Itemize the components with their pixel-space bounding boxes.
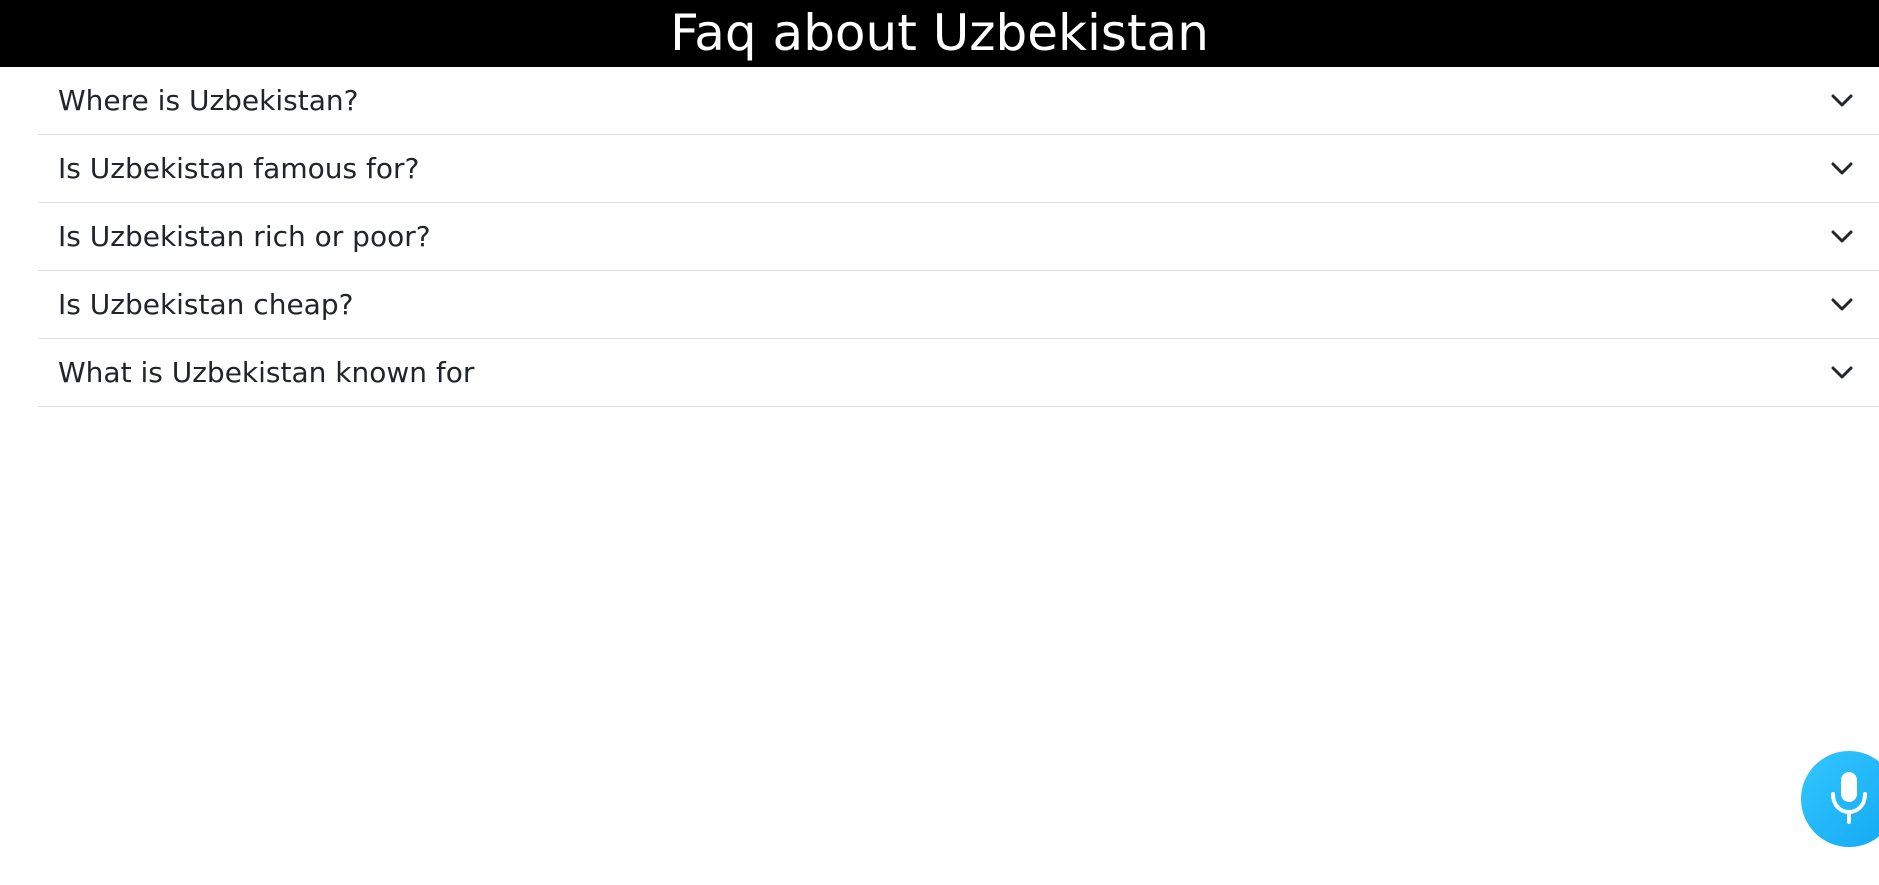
- faq-accordion: Where is Uzbekistan? Is Uzbekistan famou…: [38, 67, 1879, 407]
- faq-question: Where is Uzbekistan?: [58, 84, 359, 117]
- faq-item-cheap[interactable]: Is Uzbekistan cheap?: [38, 271, 1879, 339]
- faq-question: Is Uzbekistan famous for?: [58, 152, 420, 185]
- microphone-icon: [1829, 770, 1869, 828]
- page-header: Faq about Uzbekistan: [0, 0, 1879, 67]
- chevron-down-icon[interactable]: [1829, 292, 1855, 318]
- faq-question: Is Uzbekistan rich or poor?: [58, 220, 431, 253]
- chevron-down-icon[interactable]: [1829, 88, 1855, 114]
- chevron-down-icon[interactable]: [1829, 156, 1855, 182]
- chevron-down-icon[interactable]: [1829, 360, 1855, 386]
- faq-item-famous[interactable]: Is Uzbekistan famous for?: [38, 135, 1879, 203]
- faq-item-rich-poor[interactable]: Is Uzbekistan rich or poor?: [38, 203, 1879, 271]
- faq-question: Is Uzbekistan cheap?: [58, 288, 354, 321]
- faq-item-known-for[interactable]: What is Uzbekistan known for: [38, 339, 1879, 407]
- faq-item-where[interactable]: Where is Uzbekistan?: [38, 67, 1879, 135]
- voice-search-button[interactable]: [1801, 751, 1879, 847]
- chevron-down-icon[interactable]: [1829, 224, 1855, 250]
- faq-question: What is Uzbekistan known for: [58, 356, 475, 389]
- page-title: Faq about Uzbekistan: [670, 4, 1209, 62]
